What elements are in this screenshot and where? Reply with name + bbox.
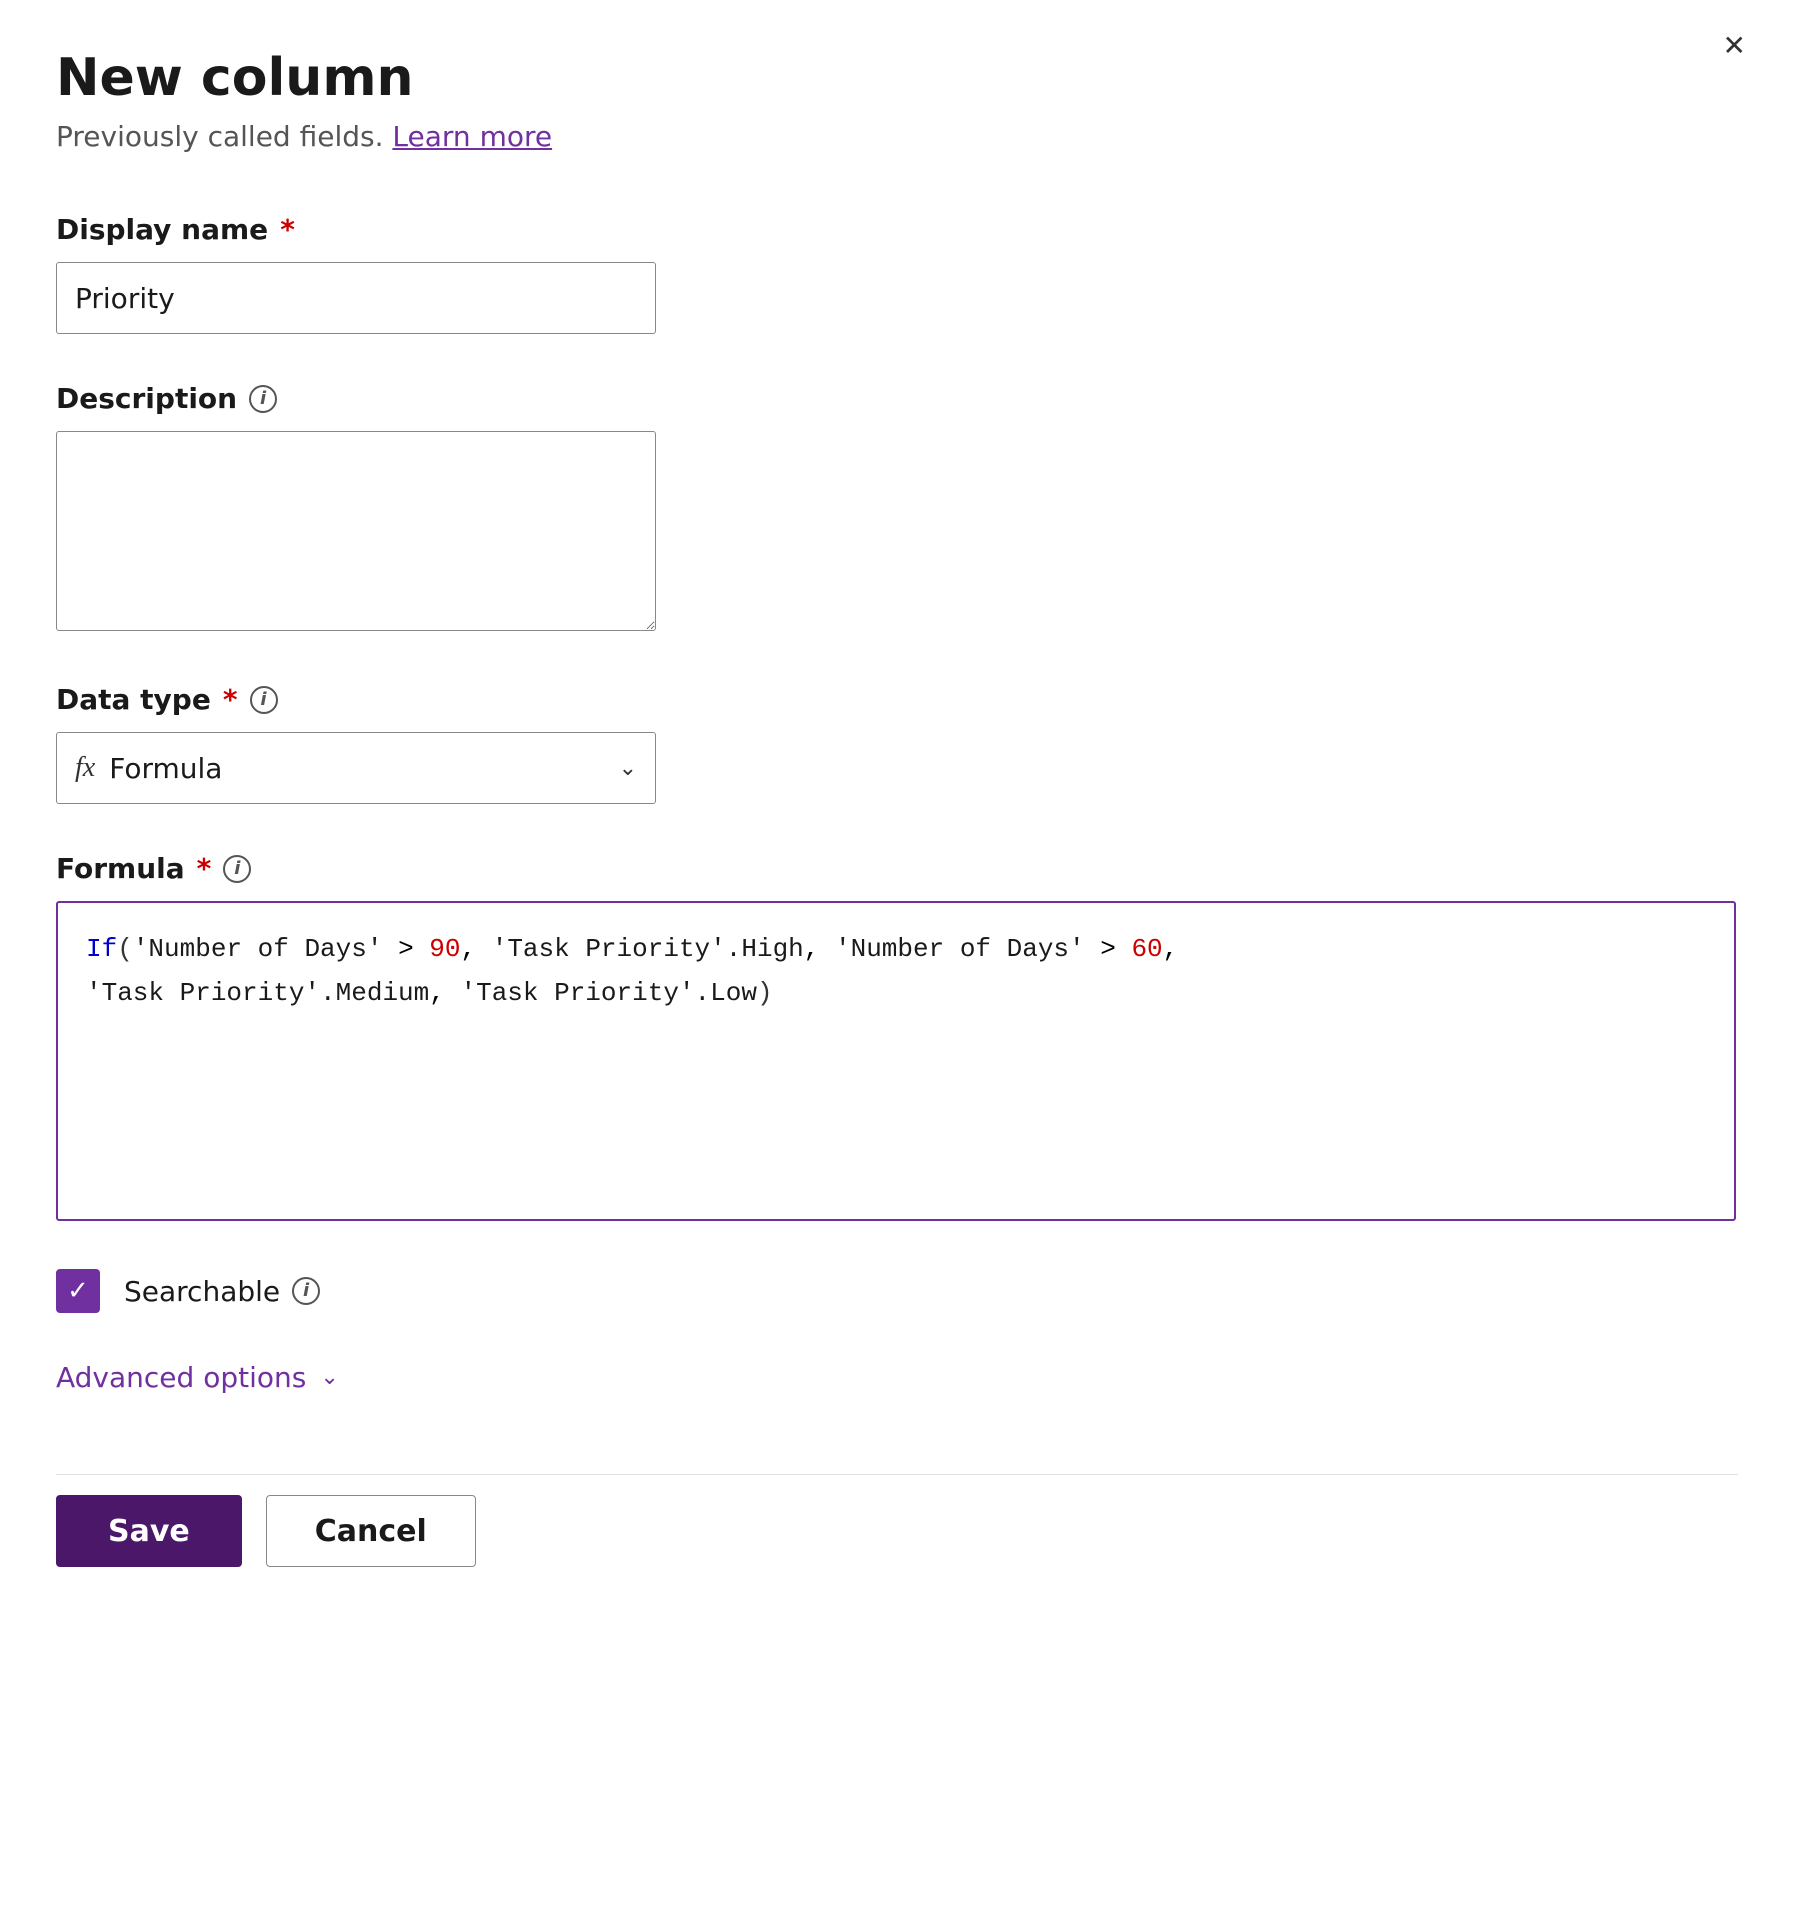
- formula-group: Formula * i If('Number of Days' > 90, 'T…: [56, 852, 1738, 1221]
- data-type-info-icon[interactable]: i: [250, 686, 278, 714]
- close-button[interactable]: ✕: [1723, 32, 1746, 60]
- formula-info-icon[interactable]: i: [223, 855, 251, 883]
- data-type-value: Formula: [109, 752, 618, 785]
- display-name-label: Display name *: [56, 213, 1738, 246]
- searchable-checkbox[interactable]: ✓: [56, 1269, 100, 1313]
- data-type-group: Data type * i fx Formula ⌄: [56, 683, 1738, 804]
- description-info-icon[interactable]: i: [249, 385, 277, 413]
- description-label: Description i: [56, 382, 1738, 415]
- display-name-group: Display name *: [56, 213, 1738, 334]
- searchable-row: ✓ Searchable i: [56, 1269, 1738, 1313]
- advanced-options-row[interactable]: Advanced options ⌄: [56, 1361, 1738, 1394]
- learn-more-link[interactable]: Learn more: [392, 120, 552, 153]
- cancel-button[interactable]: Cancel: [266, 1495, 476, 1567]
- panel-subtitle: Previously called fields. Learn more: [56, 120, 1738, 153]
- searchable-info-icon[interactable]: i: [292, 1277, 320, 1305]
- formula-label: Formula * i: [56, 852, 1738, 885]
- data-type-select[interactable]: fx Formula ⌄: [56, 732, 656, 804]
- footer-buttons: Save Cancel: [56, 1474, 1738, 1567]
- data-type-label: Data type * i: [56, 683, 1738, 716]
- advanced-options-label: Advanced options: [56, 1361, 306, 1394]
- searchable-label: Searchable i: [124, 1275, 320, 1308]
- advanced-options-chevron-icon: ⌄: [320, 1365, 338, 1390]
- save-button[interactable]: Save: [56, 1495, 242, 1567]
- panel-title: New column: [56, 48, 1738, 108]
- data-type-required-star: *: [223, 683, 238, 716]
- description-input[interactable]: [56, 431, 656, 631]
- new-column-panel: ✕ New column Previously called fields. L…: [0, 0, 1794, 1914]
- display-name-input[interactable]: [56, 262, 656, 334]
- check-icon: ✓: [67, 1278, 89, 1304]
- fx-icon: fx: [75, 752, 95, 784]
- description-group: Description i: [56, 382, 1738, 635]
- formula-required-star: *: [197, 852, 212, 885]
- formula-editor[interactable]: If('Number of Days' > 90, 'Task Priority…: [56, 901, 1736, 1221]
- data-type-chevron-icon: ⌄: [619, 756, 637, 781]
- display-name-required-star: *: [280, 213, 295, 246]
